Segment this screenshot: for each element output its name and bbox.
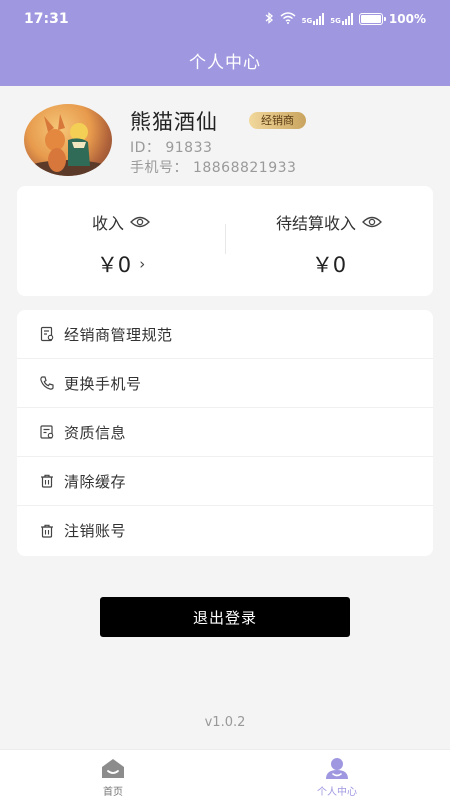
header: 17:31 5G 5G 100% 个人中心 [0,0,450,86]
signal-5g-icon-2: 5G [330,13,353,25]
document-icon [39,326,55,342]
menu-item-clear-cache[interactable]: 清除缓存 [17,457,433,506]
eye-icon[interactable] [362,216,382,228]
menu-card: 经销商管理规范 更换手机号 资质信息 清除缓存 注销账号 [17,310,433,556]
menu-item-label: 注销账号 [64,522,127,540]
role-badge: 经销商 [249,112,306,129]
menu-item-label: 更换手机号 [64,374,142,393]
logout-button[interactable]: 退出登录 [100,597,350,637]
menu-item-label: 清除缓存 [64,472,127,491]
tab-label: 首页 [103,787,123,798]
home-icon [99,756,127,780]
certificate-icon [39,424,55,440]
trash-icon [39,473,55,489]
eye-icon[interactable] [130,216,150,228]
page-title: 个人中心 [189,53,261,73]
user-id: ID： 91833 [130,140,213,156]
status-bar: 17:31 5G 5G 100% [0,0,450,38]
menu-item-label: 资质信息 [64,423,127,442]
income-column: 收入 ￥0 › [17,186,225,296]
user-icon [323,756,351,780]
tab-bar: 首页 个人中心 [0,749,450,800]
income-card: 收入 ￥0 › 待结算收入 ￥0 [17,186,433,296]
chevron-right-icon[interactable]: › [139,255,145,273]
status-icons: 5G 5G 100% [264,11,426,27]
user-phone: 手机号： 18868821933 [130,160,297,176]
income-label: 收入 [91,214,124,233]
menu-item-label: 经销商管理规范 [64,325,173,344]
tab-home[interactable]: 首页 [53,756,173,798]
bluetooth-icon [264,11,274,27]
battery-icon [358,13,386,25]
battery-label: 100% [388,12,426,26]
pending-label-row: 待结算收入 [225,210,433,234]
income-value-row[interactable]: ￥0 › [17,249,225,279]
pending-value-row: ￥0 [225,249,433,279]
menu-item-delete-account[interactable]: 注销账号 [17,506,433,555]
pending-income-column: 待结算收入 ￥0 [225,186,433,296]
version-label: v1.0.2 [204,715,246,730]
tab-profile[interactable]: 个人中心 [277,756,397,798]
trash-icon [39,523,55,539]
menu-item-dealer-rules[interactable]: 经销商管理规范 [17,310,433,359]
income-value: ￥0 [96,253,132,277]
menu-item-change-phone[interactable]: 更换手机号 [17,359,433,408]
pending-income-label: 待结算收入 [275,214,356,233]
phone-icon [39,375,55,391]
user-name: 熊猫酒仙 [130,110,218,134]
signal-5g-icon: 5G [302,13,325,25]
profile-section: 熊猫酒仙 经销商 ID： 91833 手机号： 18868821933 [24,104,424,178]
avatar[interactable] [24,104,112,176]
wifi-icon [280,11,296,27]
income-label-row: 收入 [17,210,225,234]
status-time: 17:31 [24,11,69,27]
tab-label: 个人中心 [317,787,357,798]
pending-income-value: ￥0 [311,253,347,277]
menu-item-qualification[interactable]: 资质信息 [17,408,433,457]
